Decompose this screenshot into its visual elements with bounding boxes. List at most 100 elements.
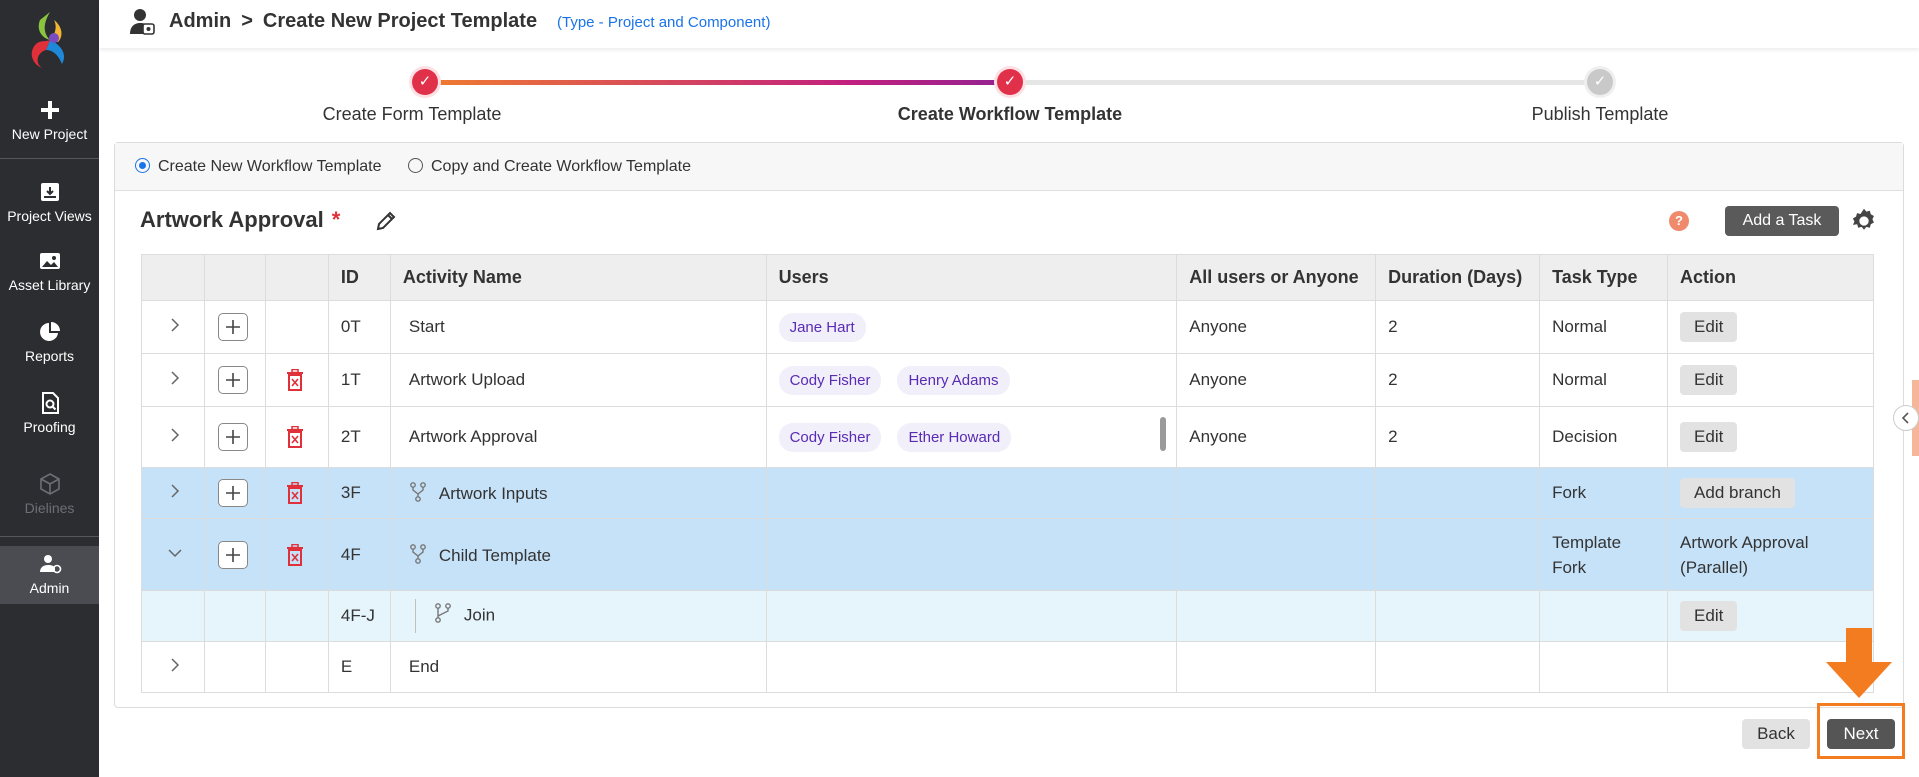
archive-icon xyxy=(40,183,59,201)
chevron-right-icon[interactable] xyxy=(168,371,182,385)
chevron-right-icon[interactable] xyxy=(168,318,182,332)
sidebar-divider xyxy=(0,158,99,159)
plus-icon xyxy=(225,320,240,334)
workflow-card: Create New Workflow Template Copy and Cr… xyxy=(114,142,1904,708)
radio-unselected-icon xyxy=(408,158,423,173)
trash-icon[interactable] xyxy=(286,482,304,504)
radio-selected-icon xyxy=(135,158,150,173)
add-task-button[interactable]: Add a Task xyxy=(1725,206,1839,236)
header-action: Action xyxy=(1667,254,1874,301)
required-marker: * xyxy=(331,207,341,232)
sidebar-item-admin[interactable]: Admin xyxy=(0,546,99,604)
task-type: Fork xyxy=(1539,467,1669,519)
task-id: 4F-J xyxy=(327,590,391,642)
edit-button[interactable]: Edit xyxy=(1680,312,1738,342)
workflow-title: Artwork Approval * xyxy=(140,207,340,233)
user-chip[interactable]: Cody Fisher xyxy=(778,365,882,395)
callout-arrow-icon xyxy=(1826,628,1892,698)
breadcrumb-root[interactable]: Admin xyxy=(169,10,231,32)
plus-icon xyxy=(225,373,240,387)
edit-button[interactable]: Edit xyxy=(1680,422,1738,452)
chevron-right-icon[interactable] xyxy=(168,484,182,498)
task-type: Normal xyxy=(1539,300,1669,354)
task-type-line: Fork xyxy=(1552,557,1587,577)
step-label-publish: Publish Template xyxy=(1531,104,1669,124)
header-task-type: Task Type xyxy=(1539,254,1669,301)
plus-icon xyxy=(225,430,240,444)
add-branch-button[interactable]: Add branch xyxy=(1680,478,1795,508)
task-type: Decision xyxy=(1539,406,1669,468)
collapse-panel-button[interactable] xyxy=(1893,405,1919,431)
sidebar-item-label: Proofing xyxy=(23,419,76,435)
user-chip[interactable]: Cody Fisher xyxy=(778,422,882,452)
step-done-check-icon: ✓ xyxy=(412,69,438,95)
plus-icon xyxy=(225,486,240,500)
activity-name: Artwork Inputs xyxy=(438,484,548,503)
add-row-button[interactable] xyxy=(217,540,248,569)
add-row-button[interactable] xyxy=(217,366,248,394)
help-icon[interactable]: ? xyxy=(1669,211,1689,231)
workflow-tasks-table: ID Activity Name Users All users or Anyo… xyxy=(141,254,1874,693)
radio-copy-create[interactable]: Copy and Create Workflow Template xyxy=(408,158,691,176)
admin-user-icon xyxy=(39,555,61,574)
header-delete xyxy=(264,254,329,301)
edit-button[interactable]: Edit xyxy=(1680,601,1738,631)
next-button[interactable]: Next xyxy=(1827,719,1895,749)
chevron-down-icon[interactable] xyxy=(168,546,182,560)
step-label-form: Create Form Template xyxy=(322,104,502,124)
sidebar-item-dielines: Dielines xyxy=(0,472,99,516)
table-row: 0T Start Jane Hart Anyone 2 Normal Edit xyxy=(141,300,1874,354)
gear-icon[interactable] xyxy=(1850,207,1878,235)
plus-icon xyxy=(225,547,240,562)
radio-label: Copy and Create Workflow Template xyxy=(431,158,691,175)
box-icon xyxy=(39,473,60,495)
all-or-anyone: Anyone xyxy=(1176,353,1377,407)
trash-icon[interactable] xyxy=(286,369,304,391)
sidebar-item-new-project[interactable]: New Project xyxy=(0,98,99,142)
chevron-right-icon[interactable] xyxy=(168,658,182,672)
join-icon xyxy=(434,603,451,624)
user-chip[interactable]: Jane Hart xyxy=(778,312,866,342)
users-scrollbar[interactable] xyxy=(1160,417,1167,451)
chevron-right-icon[interactable] xyxy=(168,428,182,442)
activity-name: Artwork Approval xyxy=(389,406,767,468)
trash-icon[interactable] xyxy=(286,543,304,566)
sidebar-item-asset-library[interactable]: Asset Library xyxy=(0,249,99,293)
back-button[interactable]: Back xyxy=(1742,719,1810,749)
add-row-button[interactable] xyxy=(217,313,248,341)
app-logo xyxy=(31,12,65,68)
radio-create-new[interactable]: Create New Workflow Template xyxy=(135,158,382,176)
header-all-or-anyone: All users or Anyone xyxy=(1176,254,1377,301)
header-duration: Duration (Days) xyxy=(1375,254,1541,301)
task-id: 3F xyxy=(327,467,391,519)
table-row: 1T Artwork Upload Cody Fisher Henry Adams… xyxy=(141,353,1874,407)
pie-chart-icon xyxy=(39,322,60,341)
add-row-button[interactable] xyxy=(217,479,248,507)
sidebar: New Project Project Views Asset Library … xyxy=(0,0,99,777)
step-current-check-icon: ✓ xyxy=(997,69,1023,95)
sidebar-item-label: Admin xyxy=(29,580,70,596)
header-id: ID xyxy=(327,254,391,301)
progress-stepper: ✓ ✓ ✓ Create Form Template Create Workfl… xyxy=(99,60,1919,140)
chevron-left-icon xyxy=(1901,412,1909,424)
activity-name: End xyxy=(389,641,767,693)
add-row-button[interactable] xyxy=(217,423,248,451)
trash-icon[interactable] xyxy=(286,426,304,448)
step-label-workflow: Create Workflow Template xyxy=(897,104,1123,124)
edit-pencil-icon[interactable] xyxy=(374,209,398,233)
sidebar-item-reports[interactable]: Reports xyxy=(0,320,99,364)
radio-label: Create New Workflow Template xyxy=(158,158,382,175)
edit-button[interactable]: Edit xyxy=(1680,365,1738,395)
header-expand xyxy=(141,254,205,301)
stepper-line-pending xyxy=(1010,80,1600,85)
task-id: 0T xyxy=(327,300,391,354)
task-type-line: Template xyxy=(1552,532,1622,552)
sidebar-item-proofing[interactable]: Proofing xyxy=(0,391,99,435)
activity-name: Child Template xyxy=(438,545,552,565)
action-text: Artwork Approval (Parallel) xyxy=(1667,518,1874,591)
user-chip[interactable]: Ether Howard xyxy=(897,422,1012,452)
sidebar-item-label: Project Views xyxy=(7,208,92,224)
sidebar-item-label: Asset Library xyxy=(8,277,91,293)
sidebar-item-project-views[interactable]: Project Views xyxy=(0,180,99,224)
user-chip[interactable]: Henry Adams xyxy=(897,365,1010,395)
